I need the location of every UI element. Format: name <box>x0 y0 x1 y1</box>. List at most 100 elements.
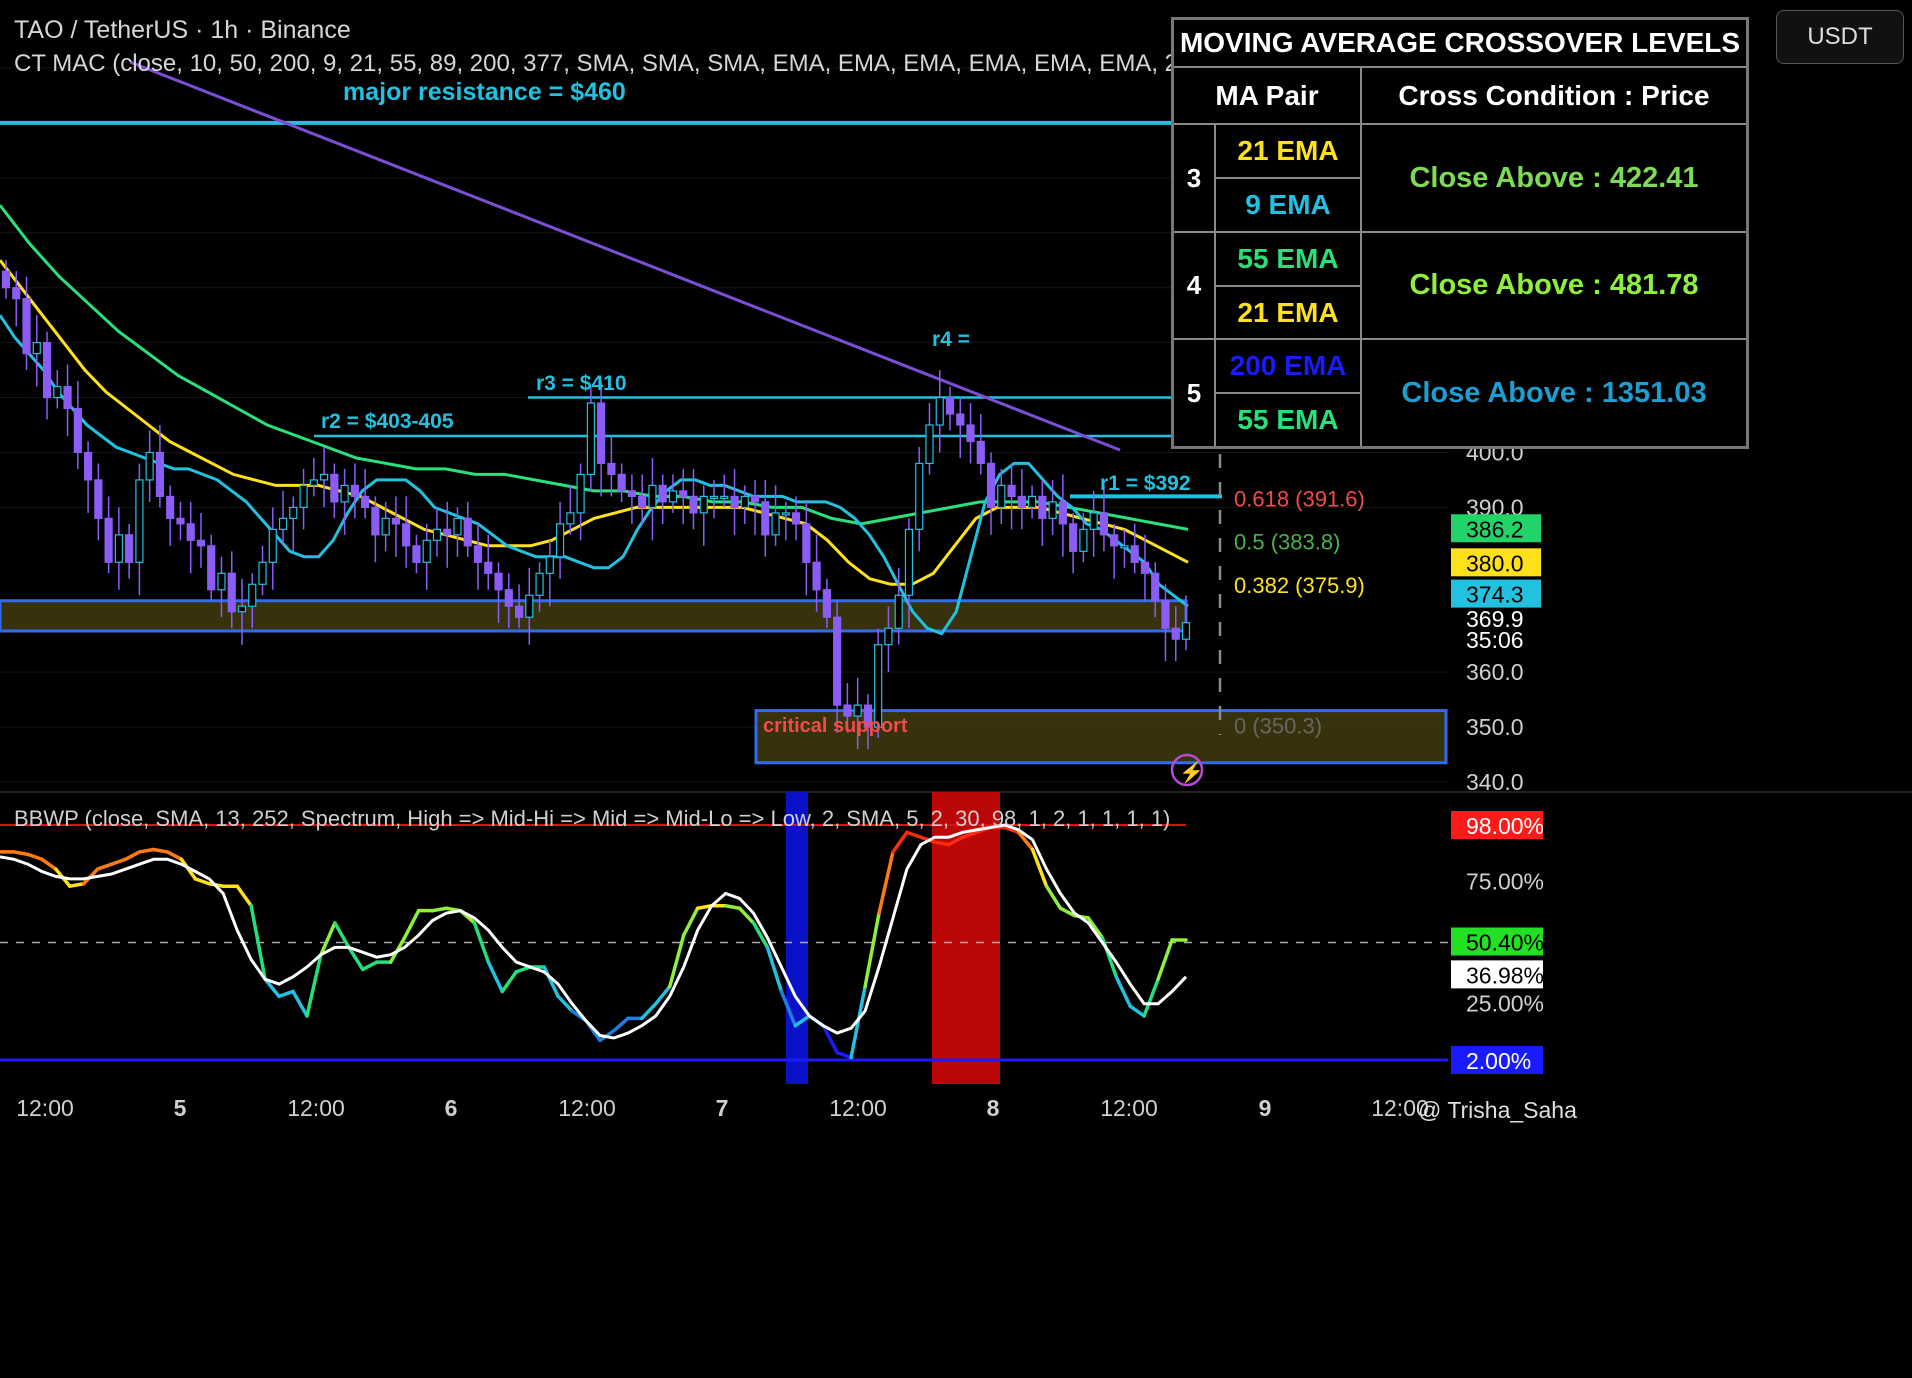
ma-a: 55 EMA <box>1214 230 1362 287</box>
candle-down <box>443 528 452 536</box>
r2-label: r2 = $403-405 <box>321 410 454 433</box>
candle-up <box>1181 622 1191 640</box>
bbwp-line-segment <box>1128 1004 1146 1018</box>
bbwp-low-highlight <box>786 792 808 1084</box>
candle-down <box>196 539 206 547</box>
currency-selector[interactable]: USDT <box>1776 10 1904 64</box>
candle-down <box>1140 561 1150 574</box>
candle-up <box>1079 528 1088 552</box>
candle-up <box>740 495 749 508</box>
ma-b: 9 EMA <box>1214 177 1362 233</box>
ma-a: 21 EMA <box>1214 123 1362 180</box>
candle-up <box>145 451 154 481</box>
candle-down <box>627 490 637 497</box>
bbwp-line-segment <box>68 882 86 888</box>
row-index: 3 <box>1171 123 1216 233</box>
candle-up <box>432 528 442 541</box>
candle-up <box>699 495 708 514</box>
candle-down <box>638 495 647 508</box>
fib-level-label: 0.382 (375.9) <box>1234 573 1365 598</box>
bbwp-tick-label: 25.00% <box>1466 991 1544 1017</box>
candle-down <box>361 495 370 508</box>
candle-down <box>730 495 739 508</box>
bbwp-badge-label: 36.98% <box>1466 962 1544 988</box>
bbwp-line-segment <box>905 830 923 839</box>
bbwp-line-segment <box>165 850 184 862</box>
bbwp-line-segment <box>151 847 170 854</box>
candle-up <box>135 479 144 563</box>
bbwp-line-segment <box>193 877 212 886</box>
bbwp-line-segment <box>137 847 156 854</box>
r1-label: r1 = $392 <box>1100 472 1191 495</box>
x-tick-label: 5 <box>174 1095 187 1121</box>
x-tick-label: 7 <box>716 1095 729 1121</box>
bbwp-badge-label: 98.00% <box>1466 813 1544 839</box>
candle-up <box>422 539 431 563</box>
bbwp-line-segment <box>291 989 309 1018</box>
candle-up <box>668 490 678 503</box>
candle-down <box>956 413 965 426</box>
cross-condition: Close Above : 1351.03 <box>1360 338 1749 449</box>
candle-down <box>402 523 411 547</box>
candle-up <box>720 495 729 499</box>
candle-down <box>504 589 513 607</box>
bbwp-line-segment <box>109 857 128 866</box>
price-badge-label: 374.3 <box>1466 582 1524 608</box>
r3-label: r3 = $410 <box>536 372 627 395</box>
candle-down <box>391 517 401 525</box>
candle-down <box>833 616 842 706</box>
col-ma-pair: MA Pair <box>1171 65 1362 126</box>
candle-down <box>1058 501 1067 525</box>
candle-up <box>278 517 288 530</box>
bbwp-line-segment <box>235 884 253 908</box>
candle-up <box>309 479 318 487</box>
bbwp-line-segment <box>430 906 449 913</box>
bbwp-line-segment <box>500 970 519 994</box>
chart-title: TAO / TetherUS · 1h · Binance <box>14 16 351 44</box>
bbwp-line-segment <box>277 989 295 999</box>
candle-up <box>114 534 123 563</box>
candle-up <box>545 556 554 574</box>
candle-up <box>217 572 226 591</box>
candle-up <box>915 462 924 530</box>
major-resistance-label: major resistance = $460 <box>343 78 626 106</box>
candle-down <box>94 479 103 519</box>
candle-up <box>894 594 903 629</box>
candle-down <box>1099 512 1109 536</box>
candle-down <box>73 407 82 454</box>
ema-55-line <box>0 204 1189 531</box>
price-badge-label: 380.0 <box>1466 550 1524 576</box>
candle-up <box>586 402 595 476</box>
candle-down <box>63 385 72 410</box>
fib-level-label: 0.5 (383.8) <box>1234 529 1340 554</box>
ma-b: 21 EMA <box>1214 284 1362 341</box>
price-badge-label: 35:06 <box>1466 627 1524 653</box>
candle-down <box>791 512 801 525</box>
candle-down <box>750 495 760 503</box>
x-tick-label: 12:00 <box>287 1095 345 1121</box>
candle-down <box>104 517 113 563</box>
candle-down <box>473 545 483 563</box>
candle-down <box>597 402 606 465</box>
candle-down <box>822 589 831 618</box>
candle-down <box>412 545 421 563</box>
cross-condition: Close Above : 481.78 <box>1360 230 1749 341</box>
candle-down <box>494 572 503 591</box>
candle-up <box>555 523 565 558</box>
candle-up <box>453 517 462 536</box>
x-tick-label: 12:00 <box>1100 1095 1158 1121</box>
candle-down <box>484 561 493 574</box>
candle-down <box>42 342 52 399</box>
zones <box>0 599 1448 765</box>
y-tick-label: 350.0 <box>1466 714 1524 740</box>
r4-label: r4 = <box>932 328 970 351</box>
critical-support-label: critical support <box>763 715 908 737</box>
candle-down <box>463 517 472 547</box>
x-tick-label: 12:00 <box>16 1095 74 1121</box>
candle-down <box>207 545 216 591</box>
candle-up <box>258 561 267 585</box>
candle-down <box>1069 523 1078 552</box>
candle-down <box>689 495 698 514</box>
bbwp-badge-label: 2.00% <box>1466 1048 1531 1074</box>
candle-down <box>976 440 985 465</box>
